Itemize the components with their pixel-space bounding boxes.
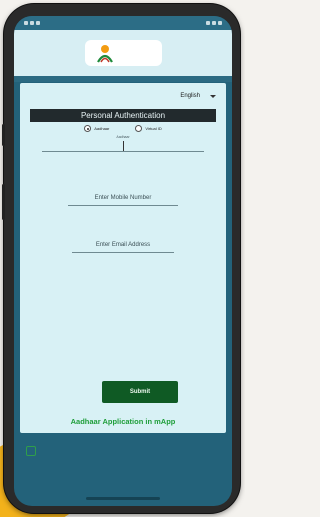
radio-label: Virtual ID — [145, 126, 162, 131]
app-link[interactable]: Aadhaar Application in mApp — [20, 417, 226, 426]
volume-button — [2, 124, 5, 146]
status-icon — [36, 21, 40, 25]
language-value: English — [180, 93, 200, 99]
chevron-down-icon — [210, 94, 216, 98]
wifi-icon — [212, 21, 216, 25]
status-bar — [14, 16, 232, 30]
radio-unselected-icon — [135, 125, 143, 132]
auth-title: Personal Authentication — [30, 109, 216, 122]
radio-selected-icon — [84, 125, 92, 132]
status-right-icons — [206, 21, 222, 25]
app-screen: English Personal Authentication Aadhaar … — [14, 16, 232, 506]
auth-card: English Personal Authentication Aadhaar … — [20, 83, 226, 433]
radio-label: Aadhaar — [94, 126, 110, 131]
status-icon — [24, 21, 28, 25]
app-icon[interactable] — [26, 446, 36, 456]
email-input[interactable] — [72, 252, 174, 253]
status-icon — [30, 21, 34, 25]
id-field-caption: Aadhaar — [116, 135, 130, 139]
id-number-input[interactable] — [42, 151, 204, 152]
submit-button[interactable]: Submit — [102, 381, 178, 403]
app-header — [14, 30, 232, 76]
mobile-number-placeholder: Enter Mobile Number — [94, 195, 152, 201]
app-logo — [84, 40, 162, 66]
battery-icon — [218, 21, 222, 25]
header-divider — [14, 76, 232, 82]
scene: English Personal Authentication Aadhaar … — [0, 0, 245, 517]
signal-icon — [206, 21, 210, 25]
email-placeholder: Enter Email Address — [95, 242, 151, 248]
status-left-icons — [24, 21, 40, 25]
phone-frame: English Personal Authentication Aadhaar … — [2, 4, 240, 513]
logo-mark-icon — [96, 45, 113, 63]
radio-aadhaar[interactable]: Aadhaar — [84, 125, 109, 132]
volume-button — [2, 184, 5, 220]
id-type-radio-group: Aadhaar Virtual ID — [20, 125, 226, 132]
language-select[interactable]: English — [180, 93, 216, 99]
home-indicator[interactable] — [86, 497, 160, 500]
radio-virtual-id[interactable]: Virtual ID — [135, 125, 162, 132]
mobile-number-input[interactable] — [68, 205, 178, 206]
text-cursor — [123, 141, 124, 151]
